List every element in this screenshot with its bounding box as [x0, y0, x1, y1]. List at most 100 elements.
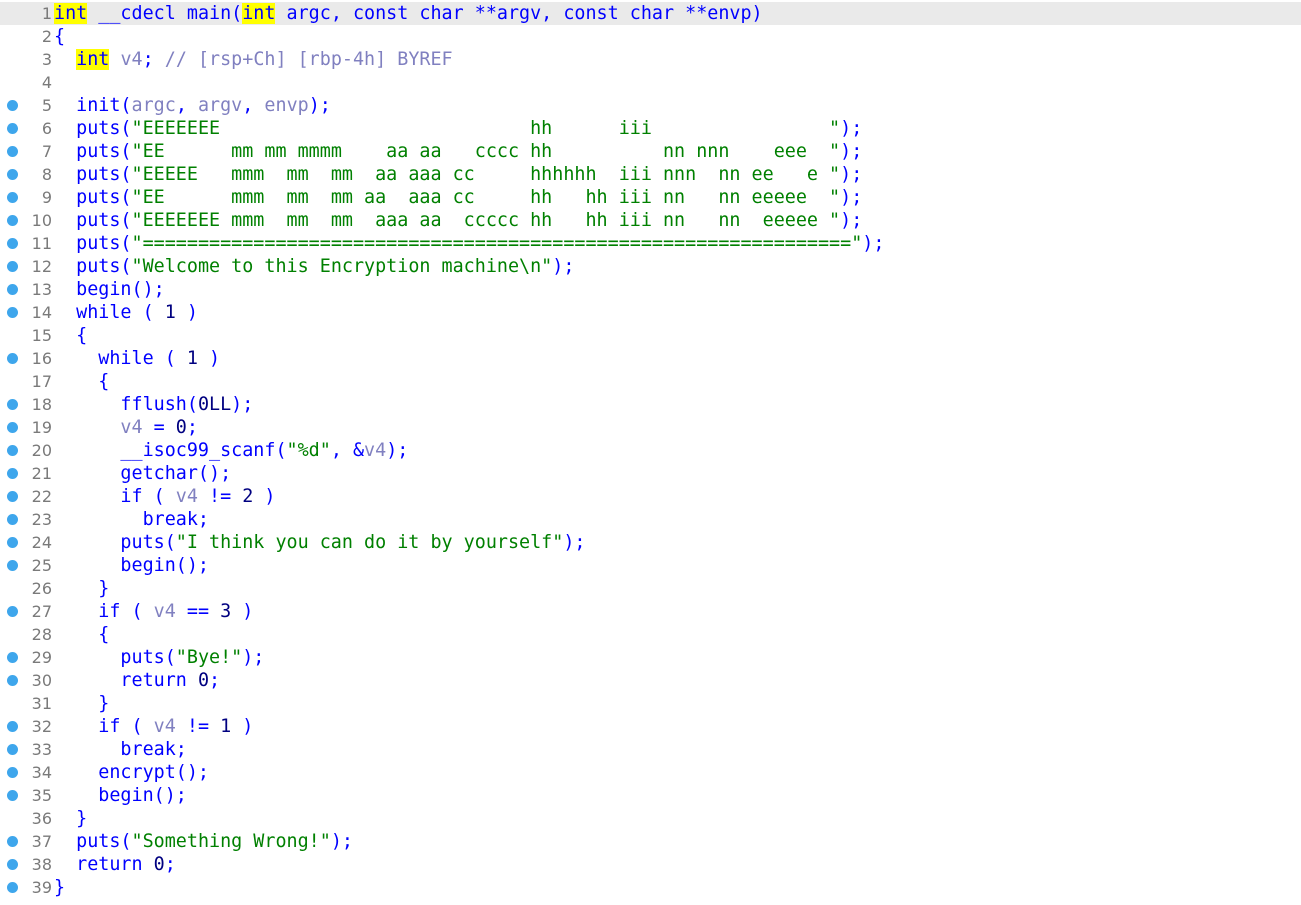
code-line[interactable]: 24 puts("I think you can do it by yourse…: [0, 531, 1301, 554]
code-line[interactable]: 13 begin();: [0, 278, 1301, 301]
breakpoint-dot-icon[interactable]: [7, 261, 18, 272]
breakpoint-dot-icon[interactable]: [7, 468, 18, 479]
code-line[interactable]: 10 puts("EEEEEEE mmm mm mm aaa aa ccccc …: [0, 209, 1301, 232]
breakpoint-dot-icon[interactable]: [7, 836, 18, 847]
breakpoint-dot-icon[interactable]: [7, 882, 18, 893]
breakpoint-dot-icon[interactable]: [7, 169, 18, 180]
code-line[interactable]: 32 if ( v4 != 1 ): [0, 715, 1301, 738]
breakpoint-dot-icon[interactable]: [7, 537, 18, 548]
code-token: int: [54, 3, 88, 24]
breakpoint-dot-icon[interactable]: [7, 514, 18, 525]
code-token: }: [54, 693, 110, 714]
breakpoint-dot-icon[interactable]: [7, 790, 18, 801]
code-text: break;: [54, 508, 209, 531]
code-line[interactable]: 33 break;: [0, 738, 1301, 761]
code-token: v4: [109, 49, 143, 70]
code-token: ;: [142, 49, 165, 70]
code-token: puts(: [54, 647, 176, 668]
breakpoint-dot-icon[interactable]: [7, 215, 18, 226]
line-number: 3: [41, 50, 52, 69]
code-token: {: [54, 325, 88, 346]
breakpoint-dot-icon[interactable]: [7, 353, 18, 364]
code-token: ): [197, 348, 221, 369]
pseudocode-editor[interactable]: 1 int __cdecl main(int argc, const char *…: [0, 0, 1301, 905]
breakpoint-dot-icon[interactable]: [7, 675, 18, 686]
code-line[interactable]: 20 __isoc99_scanf("%d", &v4);: [0, 439, 1301, 462]
code-line[interactable]: 2{: [0, 25, 1301, 48]
breakpoint-dot-icon[interactable]: [7, 307, 18, 318]
line-number: 22: [31, 487, 52, 506]
code-line[interactable]: 15 {: [0, 324, 1301, 347]
code-line[interactable]: 38 return 0;: [0, 853, 1301, 876]
breakpoint-dot-icon[interactable]: [7, 123, 18, 134]
code-token: );: [862, 233, 885, 254]
code-token: v4: [364, 440, 387, 461]
code-text: {: [54, 370, 109, 393]
code-line[interactable]: 12 puts("Welcome to this Encryption mach…: [0, 255, 1301, 278]
code-line[interactable]: 18 fflush(0LL);: [0, 393, 1301, 416]
code-line[interactable]: 30 return 0;: [0, 669, 1301, 692]
code-line[interactable]: 19 v4 = 0;: [0, 416, 1301, 439]
code-line[interactable]: 11 puts("===============================…: [0, 232, 1301, 255]
line-number: 15: [31, 326, 52, 345]
code-line[interactable]: 6 puts("EEEEEEE hh iii ");: [0, 117, 1301, 140]
code-token: v4: [54, 417, 143, 438]
code-line[interactable]: 9 puts("EE mmm mm mm aa aaa cc hh hh iii…: [0, 186, 1301, 209]
code-line[interactable]: 5 init(argc, argv, envp);: [0, 94, 1301, 117]
code-token: 0: [197, 670, 210, 691]
code-line[interactable]: 28 {: [0, 623, 1301, 646]
breakpoint-dot-icon[interactable]: [7, 422, 18, 433]
code-line[interactable]: 23 break;: [0, 508, 1301, 531]
code-text: break;: [54, 738, 186, 761]
code-token: v4: [175, 486, 198, 507]
breakpoint-dot-icon[interactable]: [7, 284, 18, 295]
code-text: int __cdecl main(int argc, const char **…: [54, 2, 763, 25]
code-line[interactable]: 21 getchar();: [0, 462, 1301, 485]
breakpoint-dot-icon[interactable]: [7, 652, 18, 663]
breakpoint-dot-icon[interactable]: [7, 192, 18, 203]
breakpoint-dot-icon[interactable]: [7, 238, 18, 249]
line-number: 17: [31, 372, 52, 391]
breakpoint-dot-icon[interactable]: [7, 744, 18, 755]
code-line[interactable]: 39}: [0, 876, 1301, 899]
code-line[interactable]: 1 int __cdecl main(int argc, const char *…: [0, 2, 1301, 25]
line-number: 12: [31, 257, 52, 276]
code-line[interactable]: 26 }: [0, 577, 1301, 600]
breakpoint-dot-icon[interactable]: [7, 445, 18, 456]
code-token: ;: [164, 854, 176, 875]
code-token: fflush(: [54, 394, 198, 415]
code-line[interactable]: 22 if ( v4 != 2 ): [0, 485, 1301, 508]
code-token: );: [840, 187, 863, 208]
breakpoint-dot-icon[interactable]: [7, 146, 18, 157]
code-text: puts("I think you can do it by yourself"…: [54, 531, 585, 554]
code-line[interactable]: 37 puts("Something Wrong!");: [0, 830, 1301, 853]
code-token: 2: [242, 486, 254, 507]
breakpoint-dot-icon[interactable]: [7, 399, 18, 410]
code-text: fflush(0LL);: [54, 393, 253, 416]
code-line[interactable]: 25 begin();: [0, 554, 1301, 577]
code-line[interactable]: 34 encrypt();: [0, 761, 1301, 784]
code-line[interactable]: 16 while ( 1 ): [0, 347, 1301, 370]
code-line[interactable]: 3 int v4; // [rsp+Ch] [rbp-4h] BYREF: [0, 48, 1301, 71]
breakpoint-dot-icon[interactable]: [7, 859, 18, 870]
code-token: int: [76, 49, 110, 70]
breakpoint-dot-icon[interactable]: [7, 767, 18, 778]
code-line[interactable]: 14 while ( 1 ): [0, 301, 1301, 324]
code-line[interactable]: 8 puts("EEEEE mmm mm mm aa aaa cc hhhhhh…: [0, 163, 1301, 186]
code-line[interactable]: 27 if ( v4 == 3 ): [0, 600, 1301, 623]
code-line[interactable]: 29 puts("Bye!");: [0, 646, 1301, 669]
breakpoint-dot-icon[interactable]: [7, 491, 18, 502]
code-line[interactable]: 35 begin();: [0, 784, 1301, 807]
code-line[interactable]: 4: [0, 71, 1301, 94]
code-line[interactable]: 17 {: [0, 370, 1301, 393]
code-token: 3: [220, 601, 232, 622]
breakpoint-dot-icon[interactable]: [7, 560, 18, 571]
code-line[interactable]: 36 }: [0, 807, 1301, 830]
code-line[interactable]: 31 }: [0, 692, 1301, 715]
code-token: , &: [330, 440, 365, 461]
code-line[interactable]: 7 puts("EE mm mm mmmm aa aa cccc hh nn n…: [0, 140, 1301, 163]
breakpoint-dot-icon[interactable]: [7, 721, 18, 732]
breakpoint-dot-icon[interactable]: [7, 606, 18, 617]
code-token: "I think you can do it by yourself": [175, 532, 564, 553]
breakpoint-dot-icon[interactable]: [7, 100, 18, 111]
